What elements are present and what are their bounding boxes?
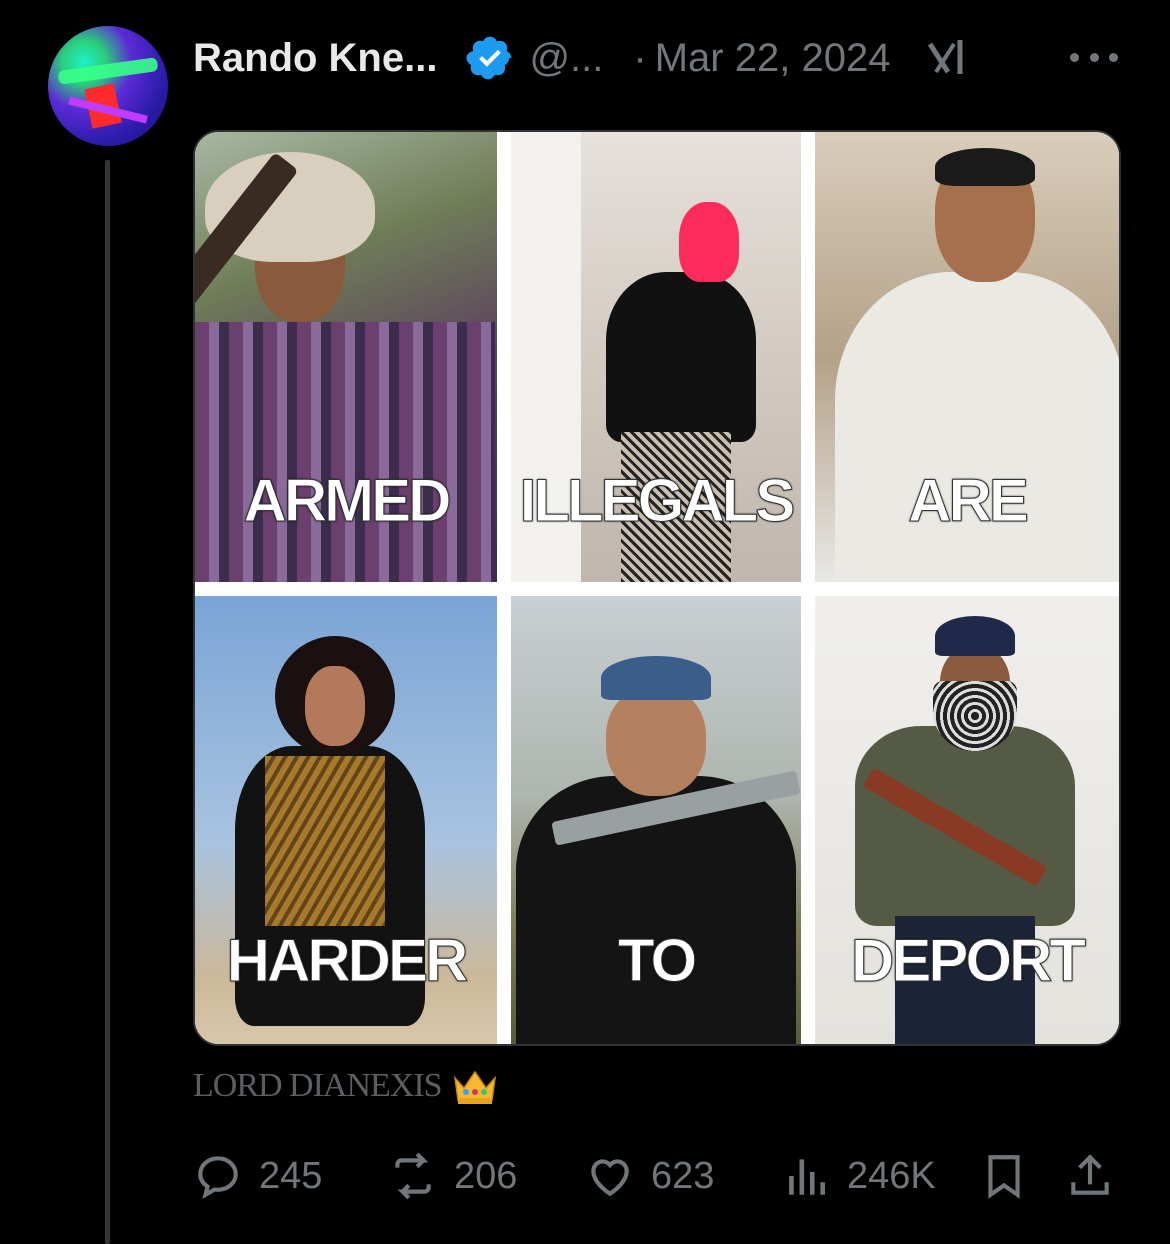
- bookmark-icon: [988, 1155, 1020, 1199]
- avatar-art-stripe: [57, 57, 159, 85]
- post-actions-bar: 245 206 623 246K: [193, 1148, 1123, 1204]
- verified-badge-icon[interactable]: [465, 33, 515, 83]
- author-avatar[interactable]: [48, 26, 168, 146]
- thread-connector-line: [105, 160, 110, 1244]
- media-caption: ARMED: [243, 467, 452, 535]
- bookmark-button[interactable]: [979, 1148, 1029, 1204]
- views-button[interactable]: 246K: [781, 1148, 936, 1204]
- media-panel-2: ILLEGALS: [511, 132, 801, 582]
- grok-icon[interactable]: [924, 36, 968, 80]
- watermark-line: LORD DIANEXIS: [193, 1066, 498, 1106]
- author-name[interactable]: Rando Kne...: [193, 36, 437, 81]
- like-button[interactable]: 623: [585, 1148, 714, 1204]
- crown-icon: [452, 1066, 498, 1106]
- media-panel-6: DEPORT: [815, 596, 1119, 1044]
- reply-button[interactable]: 245: [193, 1148, 322, 1204]
- like-count: 623: [651, 1154, 715, 1197]
- repost-icon: [395, 1152, 431, 1200]
- media-caption: ARE: [908, 467, 1030, 535]
- watermark-text: LORD DIANEXIS: [193, 1067, 443, 1104]
- reply-icon: [198, 1156, 238, 1200]
- post-header: Rando Kne... @... · Mar 22, 2024: [193, 30, 968, 86]
- media-caption: HARDER: [226, 927, 469, 995]
- media-panel-3: ARE: [815, 132, 1119, 582]
- separator-dot: ·: [633, 35, 647, 80]
- share-button[interactable]: [1065, 1148, 1115, 1204]
- reply-count: 245: [259, 1154, 323, 1197]
- share-icon: [1071, 1154, 1109, 1195]
- views-icon: [789, 1159, 825, 1195]
- post-date[interactable]: Mar 22, 2024: [655, 36, 891, 81]
- media-panel-5: TO: [511, 596, 801, 1044]
- media-panel-1: ARMED: [195, 132, 497, 582]
- repost-count: 206: [454, 1154, 518, 1197]
- like-icon: [591, 1159, 629, 1197]
- media-caption: DEPORT: [850, 927, 1086, 995]
- author-handle[interactable]: @...: [529, 36, 603, 81]
- views-count: 246K: [847, 1154, 936, 1197]
- media-caption: ILLEGALS: [519, 467, 796, 535]
- post-media-image[interactable]: ARMED ILLEGALS ARE HARDER TO DEPORT: [193, 130, 1121, 1046]
- media-panel-4: HARDER: [195, 596, 497, 1044]
- more-options-icon[interactable]: [1070, 42, 1118, 72]
- repost-button[interactable]: 206: [388, 1148, 517, 1204]
- media-caption: TO: [617, 927, 697, 995]
